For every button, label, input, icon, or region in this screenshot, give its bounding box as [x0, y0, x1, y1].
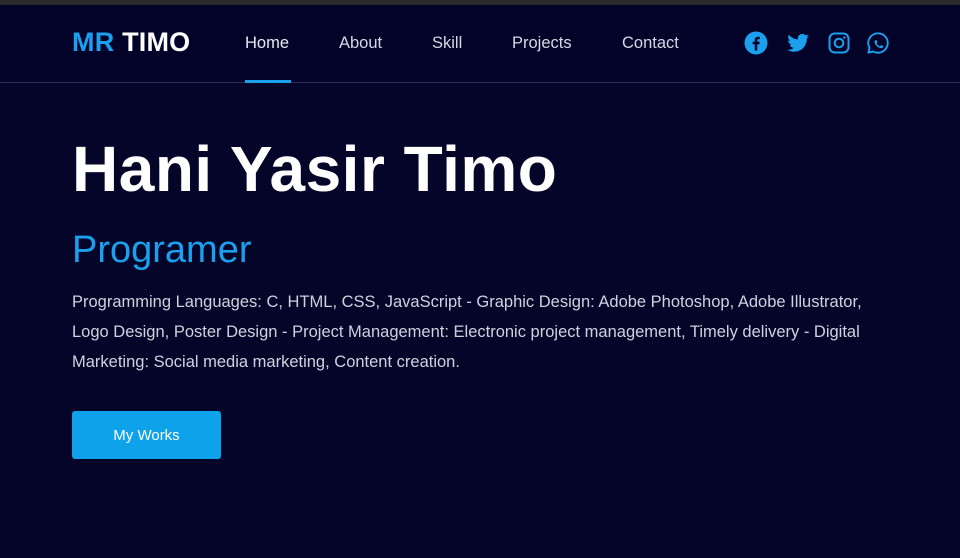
nav-active-indicator	[245, 80, 291, 83]
nav-link-contact[interactable]: Contact	[622, 34, 679, 53]
brand-logo-part2: TIMO	[122, 27, 191, 57]
instagram-icon[interactable]	[827, 31, 851, 55]
nav-link-about[interactable]: About	[339, 34, 382, 53]
whatsapp-icon[interactable]	[866, 31, 890, 55]
twitter-icon[interactable]	[786, 31, 810, 55]
hero-title: Hani Yasir Timo	[72, 133, 558, 205]
nav-link-projects[interactable]: Projects	[512, 34, 572, 53]
brand-logo-part1: MR	[72, 27, 115, 57]
facebook-icon[interactable]	[744, 31, 768, 55]
nav-link-home[interactable]: Home	[245, 34, 289, 53]
brand-logo[interactable]: MR TIMO	[72, 27, 190, 58]
nav-link-skill[interactable]: Skill	[432, 34, 462, 53]
hero-description: Programming Languages: C, HTML, CSS, Jav…	[72, 293, 862, 371]
navbar: MR TIMO Home About Skill Projects Contac…	[0, 5, 960, 83]
hero-subtitle: Programer	[72, 229, 252, 271]
my-works-button[interactable]: My Works	[72, 411, 221, 459]
